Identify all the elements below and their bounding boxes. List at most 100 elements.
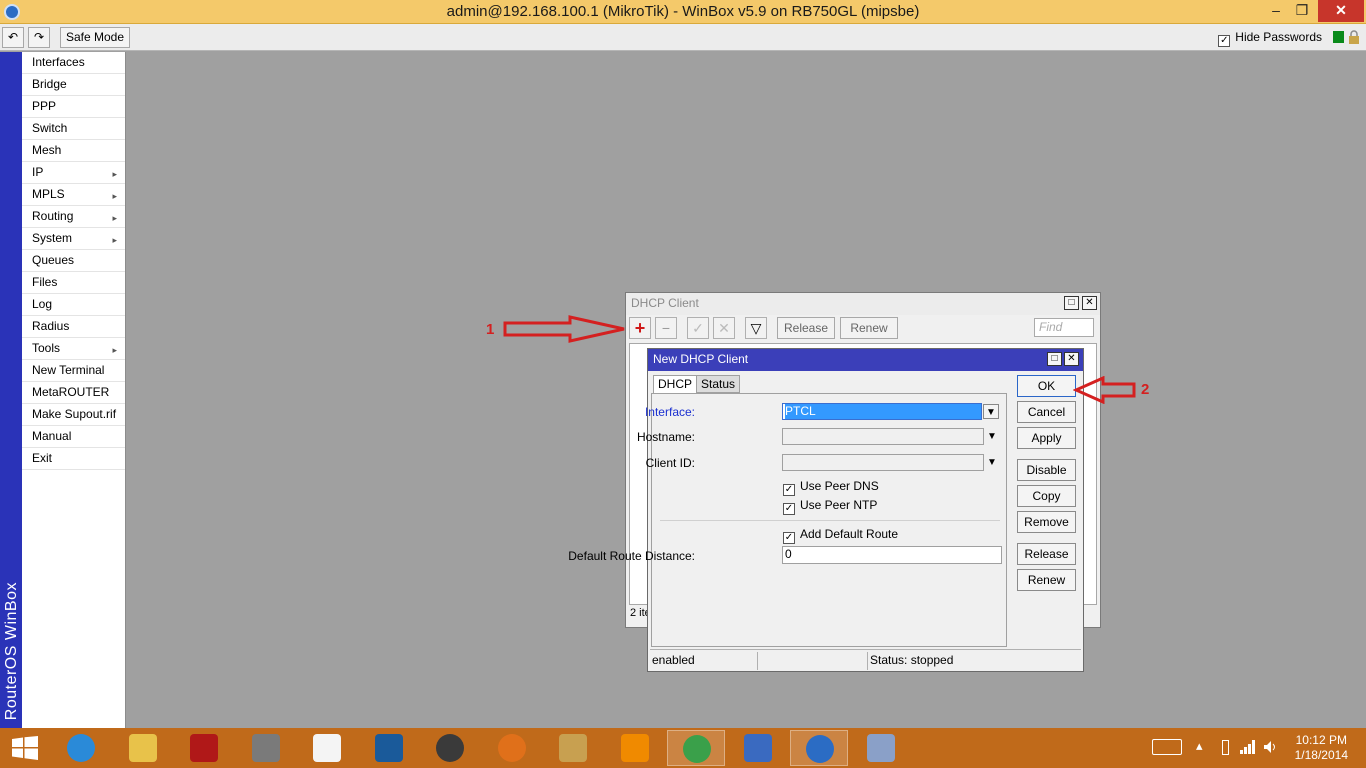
keyboard-icon[interactable] — [1152, 739, 1182, 755]
default-route-distance-field[interactable]: 0 — [782, 546, 1002, 564]
tray-expand-icon[interactable]: ▴ — [1196, 738, 1203, 754]
close-button[interactable]: ✕ — [1318, 0, 1364, 22]
sidebar-item-switch[interactable]: Switch — [22, 118, 125, 140]
disable-button[interactable]: Disable — [1017, 459, 1076, 481]
dhcp-renew-button[interactable]: Renew — [840, 317, 898, 339]
dhcp-release-button[interactable]: Release — [777, 317, 835, 339]
taskbar-power-button[interactable] — [175, 730, 233, 766]
sidebar-item-label: Bridge — [32, 77, 67, 91]
taskbar-paint-button[interactable] — [852, 730, 910, 766]
sidebar-item-manual[interactable]: Manual — [22, 426, 125, 448]
taskbar-amazon-button[interactable] — [298, 730, 356, 766]
tab-dhcp[interactable]: DHCP — [653, 375, 698, 394]
dialog-close-button[interactable]: ✕ — [1064, 352, 1079, 366]
disable-icon[interactable]: ✕ — [713, 317, 735, 339]
add-default-route-checkbox[interactable]: ✓ Add Default Route — [783, 527, 898, 544]
sidebar-item-mpls[interactable]: MPLS ▸ — [22, 184, 125, 206]
interface-value: PTCL — [785, 404, 981, 419]
interface-dropdown-icon[interactable]: ▼ — [983, 404, 999, 419]
ok-button[interactable]: OK — [1017, 375, 1076, 397]
cancel-button[interactable]: Cancel — [1017, 401, 1076, 423]
vlc-icon — [621, 734, 649, 762]
window-title: admin@192.168.100.1 (MikroTik) - WinBox … — [446, 3, 920, 20]
windows-start-icon[interactable] — [12, 736, 38, 760]
sidebar-item-new-terminal[interactable]: New Terminal — [22, 360, 125, 382]
sidebar-item-bridge[interactable]: Bridge — [22, 74, 125, 96]
renew-button[interactable]: Renew — [1017, 569, 1076, 591]
media-icon — [559, 734, 587, 762]
sidebar-item-label: Radius — [32, 319, 70, 333]
client-id-dropdown-icon[interactable]: ▼ — [984, 455, 1000, 470]
sidebar-item-mesh[interactable]: Mesh — [22, 140, 125, 162]
taskbar-speaker-button[interactable] — [421, 730, 479, 766]
find-input[interactable]: Find — [1034, 318, 1094, 337]
taskbar-settings-button[interactable] — [360, 730, 418, 766]
release-button[interactable]: Release — [1017, 543, 1076, 565]
client-id-label: Client ID: — [645, 456, 695, 470]
status-stopped: Status: stopped — [870, 653, 954, 667]
taskbar-internet-explorer-button[interactable] — [52, 730, 110, 766]
signal-icon[interactable] — [1240, 740, 1256, 754]
tab-status[interactable]: Status — [696, 375, 741, 393]
hostname-field[interactable] — [782, 428, 984, 445]
taskbar-chrome-button[interactable] — [667, 730, 725, 766]
sidebar-item-ppp[interactable]: PPP — [22, 96, 125, 118]
sidebar-item-metarouter[interactable]: MetaROUTER — [22, 382, 125, 404]
sidebar-item-routing[interactable]: Routing ▸ — [22, 206, 125, 228]
add-icon[interactable]: + — [629, 317, 651, 339]
apply-button[interactable]: Apply — [1017, 427, 1076, 449]
minimize-button[interactable]: – — [1262, 0, 1290, 22]
sidebar-item-tools[interactable]: Tools ▸ — [22, 338, 125, 360]
use-peer-dns-checkbox[interactable]: ✓ Use Peer DNS — [783, 479, 879, 496]
maximize-button[interactable]: ❐ — [1288, 0, 1316, 22]
use-peer-ntp-label: Use Peer NTP — [800, 498, 878, 512]
sidebar-item-queues[interactable]: Queues — [22, 250, 125, 272]
remove-button[interactable]: Remove — [1017, 511, 1076, 533]
hide-passwords-checkbox[interactable]: ✓ — [1218, 35, 1231, 47]
undo-button[interactable]: ↶ — [2, 27, 24, 48]
use-peer-ntp-check-icon[interactable]: ✓ — [783, 503, 795, 515]
remove-icon[interactable]: − — [655, 317, 677, 339]
sidebar-item-system[interactable]: System ▸ — [22, 228, 125, 250]
enable-icon[interactable]: ✓ — [687, 317, 709, 339]
hostname-dropdown-icon[interactable]: ▼ — [984, 429, 1000, 444]
hide-passwords-toggle[interactable]: ✓ Hide Passwords — [1218, 30, 1322, 47]
sidebar-item-label: Interfaces — [32, 55, 85, 69]
sidebar-item-exit[interactable]: Exit — [22, 448, 125, 470]
add-default-route-check-icon[interactable]: ✓ — [783, 532, 795, 544]
network-icon — [744, 734, 772, 762]
sidebar-item-ip[interactable]: IP ▸ — [22, 162, 125, 184]
taskbar-winbox-button[interactable] — [790, 730, 848, 766]
annotation-label-2: 2 — [1141, 381, 1150, 398]
taskbar-firefox-button[interactable] — [483, 730, 541, 766]
dhcp-client-maximize-button[interactable]: □ — [1064, 296, 1079, 310]
sidebar-item-log[interactable]: Log — [22, 294, 125, 316]
taskbar-vlc-button[interactable] — [606, 730, 664, 766]
hostname-label: Hostname: — [636, 430, 695, 444]
sidebar-item-files[interactable]: Files — [22, 272, 125, 294]
dialog-maximize-button[interactable]: □ — [1047, 352, 1062, 366]
copy-button[interactable]: Copy — [1017, 485, 1076, 507]
use-peer-ntp-checkbox[interactable]: ✓ Use Peer NTP — [783, 498, 877, 515]
hide-passwords-label: Hide Passwords — [1235, 30, 1322, 44]
volume-icon[interactable] — [1263, 740, 1279, 754]
filter-icon[interactable]: ▽ — [745, 317, 767, 339]
redo-button[interactable]: ↷ — [28, 27, 50, 48]
sidebar-item-label: Log — [32, 297, 53, 311]
taskbar-documents-button[interactable] — [237, 730, 295, 766]
sidebar-item-make-supout-rif[interactable]: Make Supout.rif — [22, 404, 125, 426]
taskbar-media-button[interactable] — [544, 730, 602, 766]
taskbar-file-explorer-button[interactable] — [114, 730, 172, 766]
sidebar-item-label: Queues — [32, 253, 75, 267]
sidebar-item-radius[interactable]: Radius — [22, 316, 125, 338]
dhcp-client-close-button[interactable]: ✕ — [1082, 296, 1097, 310]
sidebar-item-interfaces[interactable]: Interfaces — [22, 52, 125, 74]
interface-select[interactable]: PTCL — [782, 403, 982, 420]
client-id-field[interactable] — [782, 454, 984, 471]
safe-mode-button[interactable]: Safe Mode — [60, 27, 130, 48]
sidebar-item-label: MPLS — [32, 187, 65, 201]
battery-icon[interactable] — [1222, 740, 1229, 755]
taskbar-network-button[interactable] — [729, 730, 787, 766]
taskbar-clock[interactable]: 10:12 PM 1/18/2014 — [1295, 733, 1348, 763]
use-peer-dns-check-icon[interactable]: ✓ — [783, 484, 795, 496]
